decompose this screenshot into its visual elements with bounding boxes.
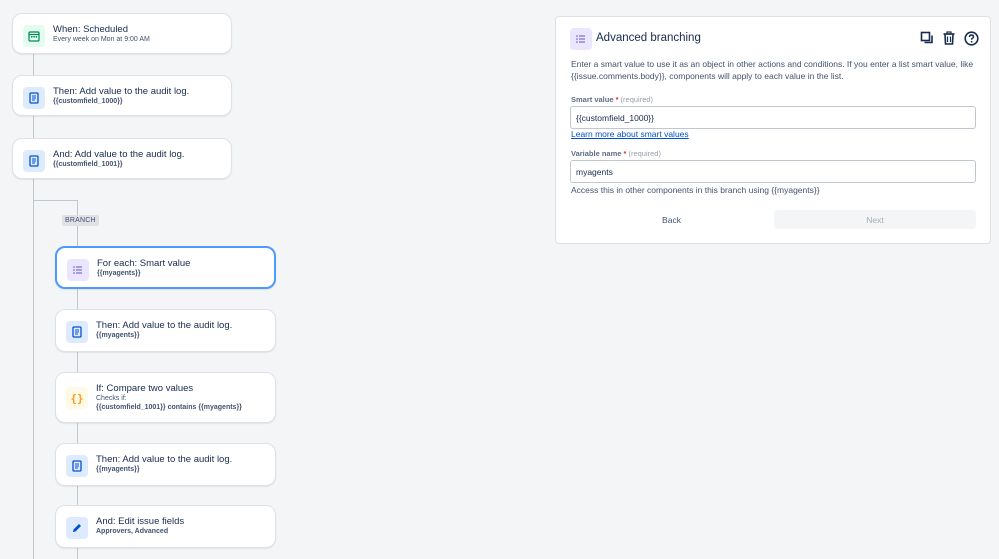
action-card[interactable]: And: Add value to the audit log. {{custo… — [12, 138, 232, 179]
panel-actions — [918, 29, 980, 47]
variable-name-label: Variable name * (required) — [571, 149, 661, 158]
action-card[interactable]: Then: Add value to the audit log. {{cust… — [12, 75, 232, 116]
calendar-icon — [23, 25, 45, 47]
card-subtitle: Every week on Mon at 9:00 AM — [53, 36, 150, 43]
card-title: And: Add value to the audit log. — [53, 149, 185, 160]
variable-name-input[interactable]: myagents — [570, 160, 976, 183]
card-title: Then: Add value to the audit log. — [53, 86, 190, 97]
condition-expression: {{customfield_1001}} contains {{myagents… — [96, 404, 242, 411]
card-title: And: Edit issue fields — [96, 516, 185, 527]
card-title: For each: Smart value — [97, 258, 191, 269]
card-title: If: Compare two values — [96, 383, 194, 394]
card-subtitle: {{customfield_1000}} — [53, 98, 123, 105]
card-subtitle: Approvers, Advanced — [96, 528, 169, 535]
action-card[interactable]: Then: Add value to the audit log. {{myag… — [55, 309, 276, 352]
for-each-card[interactable]: For each: Smart value {{myagents}} — [55, 246, 276, 289]
card-subtitle: {{myagents}} — [96, 466, 140, 473]
card-title: Then: Add value to the audit log. — [96, 320, 233, 331]
list-icon — [67, 259, 89, 281]
back-button[interactable]: Back — [570, 210, 773, 229]
document-icon — [66, 455, 88, 477]
trash-icon[interactable] — [940, 29, 958, 47]
panel-description: Enter a smart value to use it as an obje… — [571, 59, 974, 81]
flow-connector — [33, 53, 34, 559]
pencil-icon — [66, 517, 88, 539]
svg-text:{}: {} — [70, 392, 83, 404]
variable-help-text: Access this in other components in this … — [571, 185, 820, 195]
condition-card[interactable]: {} If: Compare two values Checks if: {{c… — [55, 372, 276, 423]
card-subtitle: {{myagents}} — [97, 270, 141, 277]
card-subtitle: {{myagents}} — [96, 332, 140, 339]
document-icon — [66, 321, 88, 343]
action-card[interactable]: And: Edit issue fields Approvers, Advanc… — [55, 505, 276, 548]
card-title: Then: Add value to the audit log. — [96, 454, 233, 465]
document-icon — [23, 150, 45, 172]
panel-title: Advanced branching — [596, 32, 701, 44]
card-title: When: Scheduled — [53, 24, 128, 35]
branch-label: BRANCH — [62, 215, 99, 226]
trigger-card[interactable]: When: Scheduled Every week on Mon at 9:0… — [12, 13, 232, 54]
smart-value-input[interactable]: {{customfield_1000}} — [570, 106, 976, 129]
help-icon[interactable] — [962, 29, 980, 47]
card-subtitle: Checks if: — [96, 395, 127, 402]
document-icon — [23, 87, 45, 109]
next-button[interactable]: Next — [774, 210, 976, 229]
braces-icon: {} — [66, 387, 88, 409]
smart-value-label: Smart value * (required) — [571, 95, 654, 104]
action-card[interactable]: Then: Add value to the audit log. {{myag… — [55, 443, 276, 486]
copy-icon[interactable] — [918, 29, 936, 47]
learn-more-link[interactable]: Learn more about smart values — [571, 129, 689, 139]
config-panel: Advanced branching Enter a smart value t… — [555, 16, 991, 244]
card-subtitle: {{customfield_1001}} — [53, 161, 123, 168]
branch-connector — [33, 200, 77, 201]
list-icon — [570, 28, 592, 50]
